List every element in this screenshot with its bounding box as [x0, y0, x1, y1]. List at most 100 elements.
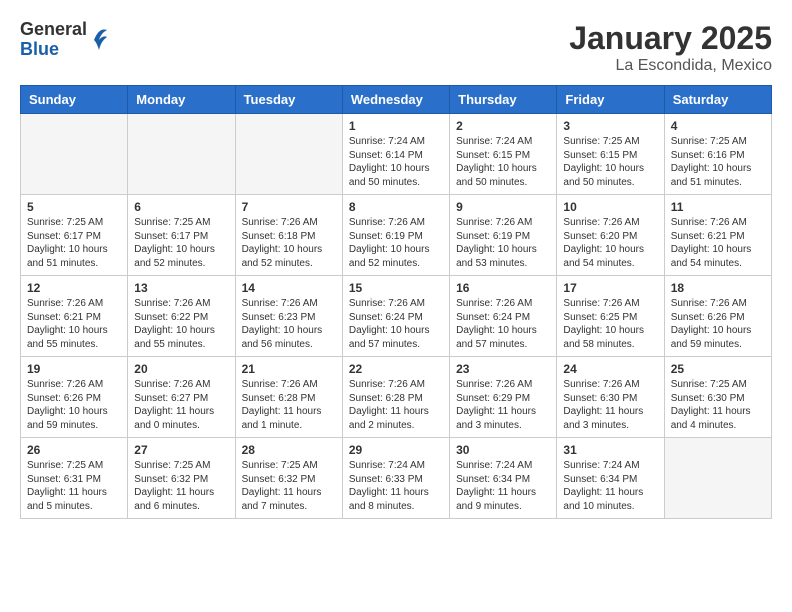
day-info: Sunrise: 7:26 AM Sunset: 6:20 PM Dayligh…	[563, 216, 657, 270]
calendar-day: 14Sunrise: 7:26 AM Sunset: 6:23 PM Dayli…	[235, 276, 342, 357]
calendar-day: 31Sunrise: 7:24 AM Sunset: 6:34 PM Dayli…	[557, 438, 664, 519]
day-info: Sunrise: 7:25 AM Sunset: 6:15 PM Dayligh…	[563, 135, 657, 189]
day-info: Sunrise: 7:25 AM Sunset: 6:32 PM Dayligh…	[242, 459, 336, 513]
day-info: Sunrise: 7:26 AM Sunset: 6:28 PM Dayligh…	[349, 378, 443, 432]
day-info: Sunrise: 7:25 AM Sunset: 6:17 PM Dayligh…	[27, 216, 121, 270]
day-info: Sunrise: 7:24 AM Sunset: 6:34 PM Dayligh…	[456, 459, 550, 513]
day-number: 27	[134, 443, 228, 457]
weekday-header-friday: Friday	[557, 86, 664, 114]
calendar-day: 29 Sunrise: 7:24 AM Sunset: 6:33 PM Dayli…	[342, 438, 449, 519]
calendar-day: 28Sunrise: 7:25 AM Sunset: 6:32 PM Dayli…	[235, 438, 342, 519]
calendar-day: 18 Sunrise: 7:26 AM Sunset: 6:26 PM Dayli…	[664, 276, 771, 357]
day-info: Sunrise: 7:26 AM Sunset: 6:25 PM Dayligh…	[563, 297, 657, 351]
calendar-day: 17 Sunrise: 7:26 AM Sunset: 6:25 PM Dayli…	[557, 276, 664, 357]
day-info: Sunrise: 7:25 AM Sunset: 6:32 PM Dayligh…	[134, 459, 228, 513]
day-number: 22	[349, 362, 443, 376]
day-number: 2	[456, 119, 550, 133]
calendar-week-row: 12 Sunrise: 7:26 AM Sunset: 6:21 PM Dayli…	[21, 276, 772, 357]
day-number: 18	[671, 281, 765, 295]
day-info: Sunrise: 7:26 AM Sunset: 6:28 PM Dayligh…	[242, 378, 336, 432]
page-header: General Blue January 2025 La Escondida, …	[20, 20, 772, 75]
calendar-day: 8 Sunrise: 7:26 AM Sunset: 6:19 PM Daylig…	[342, 195, 449, 276]
day-info: Sunrise: 7:24 AM Sunset: 6:33 PM Dayligh…	[349, 459, 443, 513]
calendar-day	[128, 114, 235, 195]
day-info: Sunrise: 7:25 AM Sunset: 6:17 PM Dayligh…	[134, 216, 228, 270]
calendar-header: SundayMondayTuesdayWednesdayThursdayFrid…	[21, 86, 772, 114]
day-info: Sunrise: 7:26 AM Sunset: 6:24 PM Dayligh…	[456, 297, 550, 351]
calendar-day: 5 Sunrise: 7:25 AM Sunset: 6:17 PM Daylig…	[21, 195, 128, 276]
day-number: 16	[456, 281, 550, 295]
calendar-day: 24 Sunrise: 7:26 AM Sunset: 6:30 PM Dayli…	[557, 357, 664, 438]
calendar-day: 3 Sunrise: 7:25 AM Sunset: 6:15 PM Daylig…	[557, 114, 664, 195]
day-info: Sunrise: 7:26 AM Sunset: 6:19 PM Dayligh…	[349, 216, 443, 270]
calendar-week-row: 19 Sunrise: 7:26 AM Sunset: 6:26 PM Dayli…	[21, 357, 772, 438]
day-number: 17	[563, 281, 657, 295]
weekday-header-monday: Monday	[128, 86, 235, 114]
day-number: 11	[671, 200, 765, 214]
day-number: 29	[349, 443, 443, 457]
calendar-day: 23Sunrise: 7:26 AM Sunset: 6:29 PM Dayli…	[450, 357, 557, 438]
day-info: Sunrise: 7:26 AM Sunset: 6:30 PM Dayligh…	[563, 378, 657, 432]
logo: General Blue	[20, 20, 109, 60]
calendar-day: 27 Sunrise: 7:25 AM Sunset: 6:32 PM Dayli…	[128, 438, 235, 519]
day-info: Sunrise: 7:26 AM Sunset: 6:21 PM Dayligh…	[27, 297, 121, 351]
page-title: January 2025	[569, 20, 772, 57]
calendar-day: 30 Sunrise: 7:24 AM Sunset: 6:34 PM Dayli…	[450, 438, 557, 519]
calendar-week-row: 1Sunrise: 7:24 AM Sunset: 6:14 PM Daylig…	[21, 114, 772, 195]
day-number: 8	[349, 200, 443, 214]
calendar-body: 1Sunrise: 7:24 AM Sunset: 6:14 PM Daylig…	[21, 114, 772, 519]
day-number: 24	[563, 362, 657, 376]
day-number: 21	[242, 362, 336, 376]
day-number: 4	[671, 119, 765, 133]
weekday-header-thursday: Thursday	[450, 86, 557, 114]
day-number: 10	[563, 200, 657, 214]
day-info: Sunrise: 7:26 AM Sunset: 6:21 PM Dayligh…	[671, 216, 765, 270]
day-info: Sunrise: 7:26 AM Sunset: 6:19 PM Dayligh…	[456, 216, 550, 270]
day-number: 30	[456, 443, 550, 457]
calendar-day: 11 Sunrise: 7:26 AM Sunset: 6:21 PM Dayli…	[664, 195, 771, 276]
calendar-day: 4 Sunrise: 7:25 AM Sunset: 6:16 PM Daylig…	[664, 114, 771, 195]
calendar-table: SundayMondayTuesdayWednesdayThursdayFrid…	[20, 85, 772, 519]
page-subtitle: La Escondida, Mexico	[569, 57, 772, 75]
day-number: 5	[27, 200, 121, 214]
day-info: Sunrise: 7:25 AM Sunset: 6:31 PM Dayligh…	[27, 459, 121, 513]
day-number: 13	[134, 281, 228, 295]
calendar-day: 12 Sunrise: 7:26 AM Sunset: 6:21 PM Dayli…	[21, 276, 128, 357]
day-info: Sunrise: 7:26 AM Sunset: 6:23 PM Dayligh…	[242, 297, 336, 351]
day-number: 12	[27, 281, 121, 295]
day-number: 6	[134, 200, 228, 214]
day-info: Sunrise: 7:26 AM Sunset: 6:26 PM Dayligh…	[671, 297, 765, 351]
day-number: 3	[563, 119, 657, 133]
calendar-day: 13 Sunrise: 7:26 AM Sunset: 6:22 PM Dayli…	[128, 276, 235, 357]
logo-blue: Blue	[20, 40, 87, 60]
day-number: 19	[27, 362, 121, 376]
calendar-day	[21, 114, 128, 195]
calendar-day: 19 Sunrise: 7:26 AM Sunset: 6:26 PM Dayli…	[21, 357, 128, 438]
day-number: 25	[671, 362, 765, 376]
day-info: Sunrise: 7:24 AM Sunset: 6:15 PM Dayligh…	[456, 135, 550, 189]
logo-general: General	[20, 20, 87, 40]
weekday-header-saturday: Saturday	[664, 86, 771, 114]
calendar-day: 6 Sunrise: 7:25 AM Sunset: 6:17 PM Daylig…	[128, 195, 235, 276]
calendar-week-row: 26Sunrise: 7:25 AM Sunset: 6:31 PM Dayli…	[21, 438, 772, 519]
day-info: Sunrise: 7:26 AM Sunset: 6:29 PM Dayligh…	[456, 378, 550, 432]
calendar-day: 7Sunrise: 7:26 AM Sunset: 6:18 PM Daylig…	[235, 195, 342, 276]
day-info: Sunrise: 7:26 AM Sunset: 6:22 PM Dayligh…	[134, 297, 228, 351]
calendar-day: 2 Sunrise: 7:24 AM Sunset: 6:15 PM Daylig…	[450, 114, 557, 195]
day-info: Sunrise: 7:25 AM Sunset: 6:16 PM Dayligh…	[671, 135, 765, 189]
calendar-week-row: 5 Sunrise: 7:25 AM Sunset: 6:17 PM Daylig…	[21, 195, 772, 276]
calendar-day	[235, 114, 342, 195]
calendar-day: 15Sunrise: 7:26 AM Sunset: 6:24 PM Dayli…	[342, 276, 449, 357]
calendar-day: 9 Sunrise: 7:26 AM Sunset: 6:19 PM Daylig…	[450, 195, 557, 276]
day-number: 9	[456, 200, 550, 214]
title-block: January 2025 La Escondida, Mexico	[569, 20, 772, 75]
day-number: 1	[349, 119, 443, 133]
calendar-day: 16 Sunrise: 7:26 AM Sunset: 6:24 PM Dayli…	[450, 276, 557, 357]
calendar-day: 25Sunrise: 7:25 AM Sunset: 6:30 PM Dayli…	[664, 357, 771, 438]
weekday-header-sunday: Sunday	[21, 86, 128, 114]
day-info: Sunrise: 7:26 AM Sunset: 6:26 PM Dayligh…	[27, 378, 121, 432]
calendar-day: 20Sunrise: 7:26 AM Sunset: 6:27 PM Dayli…	[128, 357, 235, 438]
day-number: 20	[134, 362, 228, 376]
day-number: 7	[242, 200, 336, 214]
day-number: 31	[563, 443, 657, 457]
